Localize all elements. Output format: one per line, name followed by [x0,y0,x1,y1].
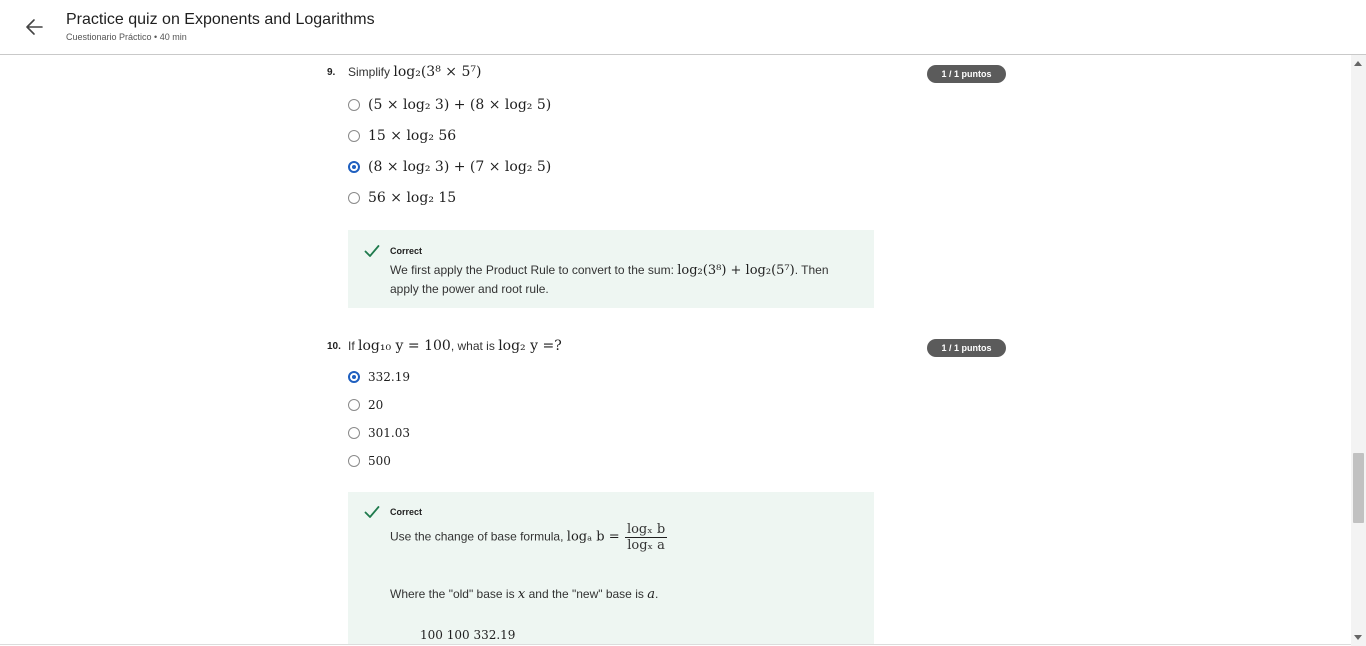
scroll-up-arrow-icon[interactable] [1354,61,1362,66]
formula-intro: Use the change of base formula, [390,529,564,544]
page-title: Practice quiz on Exponents and Logarithm… [66,11,375,28]
formula-line: Use the change of base formula, logₐ b =… [390,522,860,553]
question-prompt: If log₁₀ y = 100, what is log₂ y =? [348,338,562,354]
prompt-math: log₂ y =? [498,338,562,354]
option-label: (5 × log₂ 3) + (8 × log₂ 5) [368,97,552,113]
checkmark-icon [364,506,380,518]
question-number: 9. [327,67,336,78]
formula-denominator: logₓ a [627,538,665,553]
answer-option[interactable]: 20 [348,395,383,415]
answer-option[interactable]: 301.03 [348,423,410,443]
option-label: 15 × log₂ 56 [368,128,457,144]
answer-option-selected[interactable]: (8 × log₂ 3) + (7 × log₂ 5) [348,157,551,177]
option-label: 301.03 [368,426,410,440]
formula-lhs: logₐ b = [566,529,620,545]
radio-button-checked[interactable] [348,371,360,383]
option-label: 332.19 [368,370,410,384]
prompt-mid: , what is [450,339,495,353]
feedback-math: log₂(3⁸) + log₂(5⁷) [677,263,795,278]
feedback-status: Correct [390,507,423,517]
bottom-divider [0,644,1366,645]
formula-numerator: logₓ b [624,522,668,538]
scroll-down-arrow-icon[interactable] [1354,635,1362,640]
points-badge: 1 / 1 puntos [927,65,1006,83]
checkmark-icon [364,245,380,257]
where-line: Where the "old" base is x and the "new" … [390,585,860,604]
scrollbar-thumb[interactable] [1353,453,1364,523]
feedback-panel: Correct Use the change of base formula, … [348,492,874,644]
quiz-header: Practice quiz on Exponents and Logarithm… [0,0,1366,55]
page-subtitle: Cuestionario Práctico • 40 min [66,32,187,42]
answer-option[interactable]: 500 [348,451,391,471]
answer-option[interactable]: (5 × log₂ 3) + (8 × log₂ 5) [348,95,551,115]
question-prompt: Simplify log₂(3⁸ × 5⁷) [348,64,481,80]
points-badge: 1 / 1 puntos [927,339,1006,357]
where-text: . [654,587,659,601]
feedback-text-part: . Then [794,263,829,277]
question-number: 10. [327,341,341,352]
feedback-text-part: We first apply the Product Rule to conve… [390,263,678,277]
feedback-status: Correct [390,246,423,256]
option-label: 500 [368,454,391,468]
radio-button[interactable] [348,455,360,467]
prompt-prefix: Simplify [348,65,391,79]
formula-fraction: logₓ b logₓ a [624,522,668,553]
option-label: (8 × log₂ 3) + (7 × log₂ 5) [368,159,552,175]
answer-option[interactable]: 15 × log₂ 56 [348,126,456,146]
where-math: a [647,587,655,602]
radio-button[interactable] [348,427,360,439]
radio-button[interactable] [348,130,360,142]
prompt-prefix: If [348,339,355,353]
prompt-math: log₂(3⁸ × 5⁷) [393,64,482,80]
option-label: 56 × log₂ 15 [368,190,457,206]
answer-option[interactable]: 56 × log₂ 15 [348,188,456,208]
back-arrow-icon[interactable] [22,14,48,40]
radio-button[interactable] [348,99,360,111]
option-label: 20 [368,398,384,412]
feedback-panel: Correct We first apply the Product Rule … [348,230,874,308]
prompt-math: log₁₀ y = 100 [358,338,451,354]
radio-button[interactable] [348,399,360,411]
radio-button[interactable] [348,192,360,204]
feedback-text: We first apply the Product Rule to conve… [390,261,860,298]
feedback-text-line: apply the power and root rule. [390,282,549,296]
where-text: Where the "old" base is [390,587,518,601]
where-text: and the "new" base is [525,587,648,601]
radio-button-checked[interactable] [348,161,360,173]
vertical-scrollbar[interactable] [1351,55,1366,646]
answer-option-selected[interactable]: 332.19 [348,367,410,387]
partial-calculation-line: 100 100 332.19 [420,628,516,642]
